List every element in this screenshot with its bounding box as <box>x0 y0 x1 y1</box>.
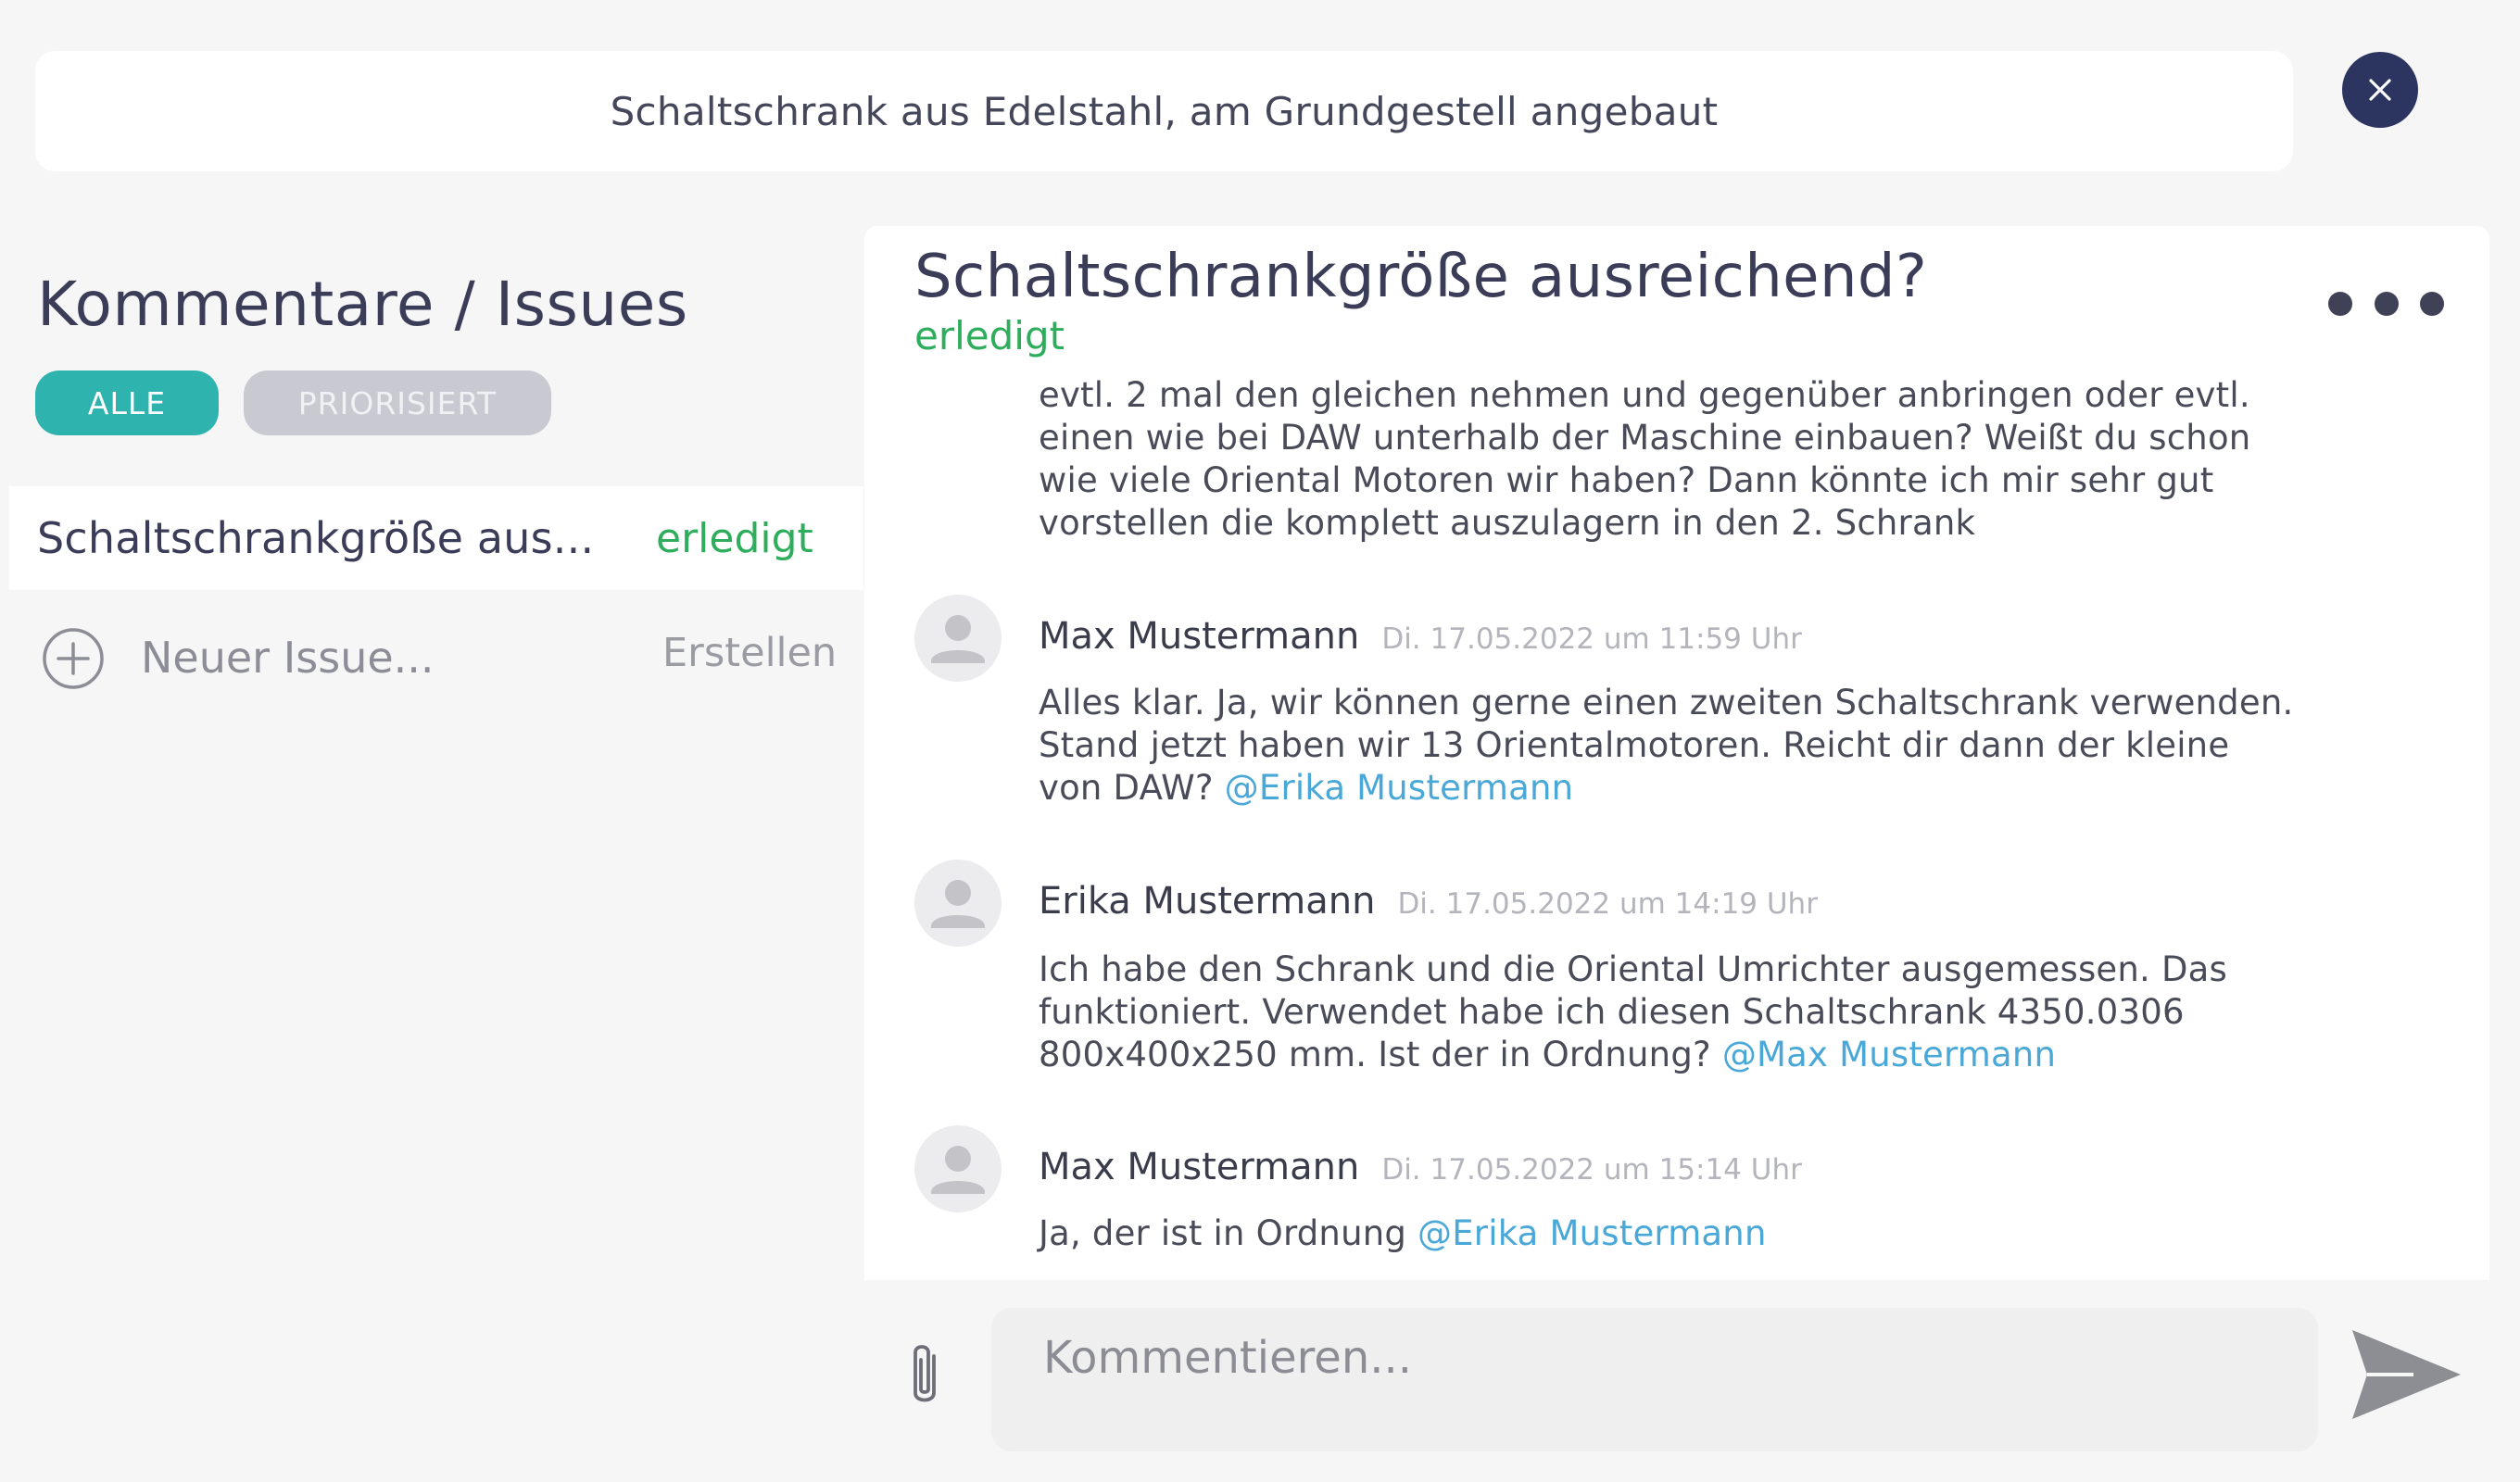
author-name: Erika Mustermann <box>1039 880 1376 923</box>
dot-icon <box>2374 292 2399 316</box>
plus-circle-icon[interactable] <box>42 627 105 690</box>
sidebar-heading: Kommentare / Issues <box>37 269 688 340</box>
more-options-button[interactable] <box>2328 287 2444 320</box>
close-button[interactable] <box>2342 52 2418 128</box>
send-icon[interactable] <box>2349 1326 2464 1423</box>
avatar <box>914 860 1002 947</box>
message-timestamp: Di. 17.05.2022 um 15:14 Uhr <box>1381 1153 1802 1187</box>
message-text: Alles klar. Ja, wir können gerne einen z… <box>1039 682 2299 810</box>
message-body: Ja, der ist in Ordnung <box>1039 1213 1407 1253</box>
mention-link[interactable]: @Erika Mustermann <box>1225 768 1574 808</box>
avatar <box>914 595 1002 682</box>
filter-all-button[interactable]: ALLE <box>35 370 219 435</box>
header-bar: Schaltschrank aus Edelstahl, am Grundges… <box>35 51 2293 171</box>
header-title: Schaltschrank aus Edelstahl, am Grundges… <box>610 88 1719 134</box>
message-author: Erika Mustermann Di. 17.05.2022 um 14:19 … <box>1039 880 1818 923</box>
thread-status-badge: erledigt <box>914 313 1065 358</box>
create-issue-button[interactable]: Erstellen <box>662 630 837 676</box>
user-avatar-icon <box>931 615 985 663</box>
mention-link[interactable]: @Max Mustermann <box>1722 1035 2056 1074</box>
author-name: Max Mustermann <box>1039 1146 1360 1188</box>
issue-thread[interactable]: Schaltschrankgröße ausreichend? erledigt… <box>864 226 2489 1280</box>
message-timestamp: Di. 17.05.2022 um 14:19 Uhr <box>1397 887 1818 921</box>
paperclip-icon[interactable] <box>897 1338 952 1412</box>
thread-title: Schaltschrankgröße ausreichend? <box>914 243 1928 311</box>
message-author: Max Mustermann Di. 17.05.2022 um 11:59 Uh… <box>1039 615 1802 658</box>
message-timestamp: Di. 17.05.2022 um 11:59 Uhr <box>1381 622 1802 656</box>
message-text: evtl. 2 mal den gleichen nehmen und gege… <box>1039 375 2251 543</box>
dot-icon <box>2420 292 2444 316</box>
issue-status-badge: erledigt <box>656 514 813 562</box>
dot-icon <box>2328 292 2352 316</box>
issue-title: Schaltschrankgröße aus... <box>37 513 595 563</box>
message-text: Ich habe den Schrank und die Oriental Um… <box>1039 948 2299 1076</box>
avatar <box>914 1125 1002 1212</box>
message-author: Max Mustermann Di. 17.05.2022 um 15:14 Uh… <box>1039 1146 1802 1188</box>
filter-prioritized-button[interactable]: PRIORISIERT <box>244 370 551 435</box>
message-text: Ja, der ist in Ordnung @Erika Mustermann <box>1039 1212 2299 1255</box>
close-icon <box>2369 79 2391 101</box>
author-name: Max Mustermann <box>1039 615 1360 658</box>
user-avatar-icon <box>931 1146 985 1194</box>
user-avatar-icon <box>931 880 985 928</box>
comment-input[interactable] <box>991 1308 2318 1451</box>
issue-list-item[interactable]: Schaltschrankgröße aus... erledigt <box>9 486 863 590</box>
new-issue-input[interactable] <box>141 630 586 685</box>
mention-link[interactable]: @Erika Mustermann <box>1418 1213 1767 1253</box>
new-issue-row: Erstellen <box>37 621 852 695</box>
